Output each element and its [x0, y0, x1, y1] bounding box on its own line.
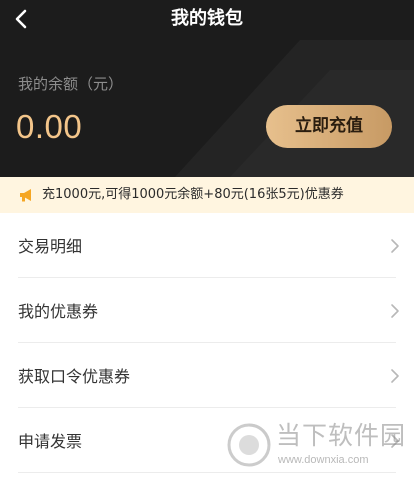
balance-label: 我的余额（元）	[18, 75, 124, 93]
menu-item-transactions[interactable]: 交易明细	[0, 213, 414, 278]
menu-item-label: 获取口令优惠券	[18, 367, 131, 386]
chevron-right-icon	[391, 369, 399, 383]
menu-item-my-coupons[interactable]: 我的优惠券	[0, 278, 414, 343]
menu-item-label: 我的优惠券	[18, 302, 99, 321]
page-title: 我的钱包	[171, 8, 243, 29]
watermark-logo-icon	[227, 423, 271, 467]
watermark-title: 当下软件园	[276, 421, 407, 450]
watermark-url: www.downxia.com	[278, 454, 369, 466]
menu-item-label: 申请发票	[18, 432, 83, 451]
promo-banner[interactable]: 充1000元,可得1000元余额+80元(16张5元)优惠券	[0, 177, 414, 213]
chevron-right-icon	[391, 304, 399, 318]
recharge-button[interactable]: 立即充值	[266, 105, 392, 148]
wallet-header: 我的钱包 我的余额（元） 0.00 立即充值	[0, 0, 414, 177]
balance-value: 0.00	[16, 108, 83, 145]
promo-text: 充1000元,可得1000元余额+80元(16张5元)优惠券	[42, 187, 344, 202]
menu-item-code-coupons[interactable]: 获取口令优惠券	[0, 343, 414, 408]
chevron-right-icon	[391, 239, 399, 253]
menu-item-label: 交易明细	[18, 237, 83, 256]
watermark: 当下软件园 www.downxia.com	[226, 420, 405, 476]
megaphone-icon	[19, 187, 35, 203]
